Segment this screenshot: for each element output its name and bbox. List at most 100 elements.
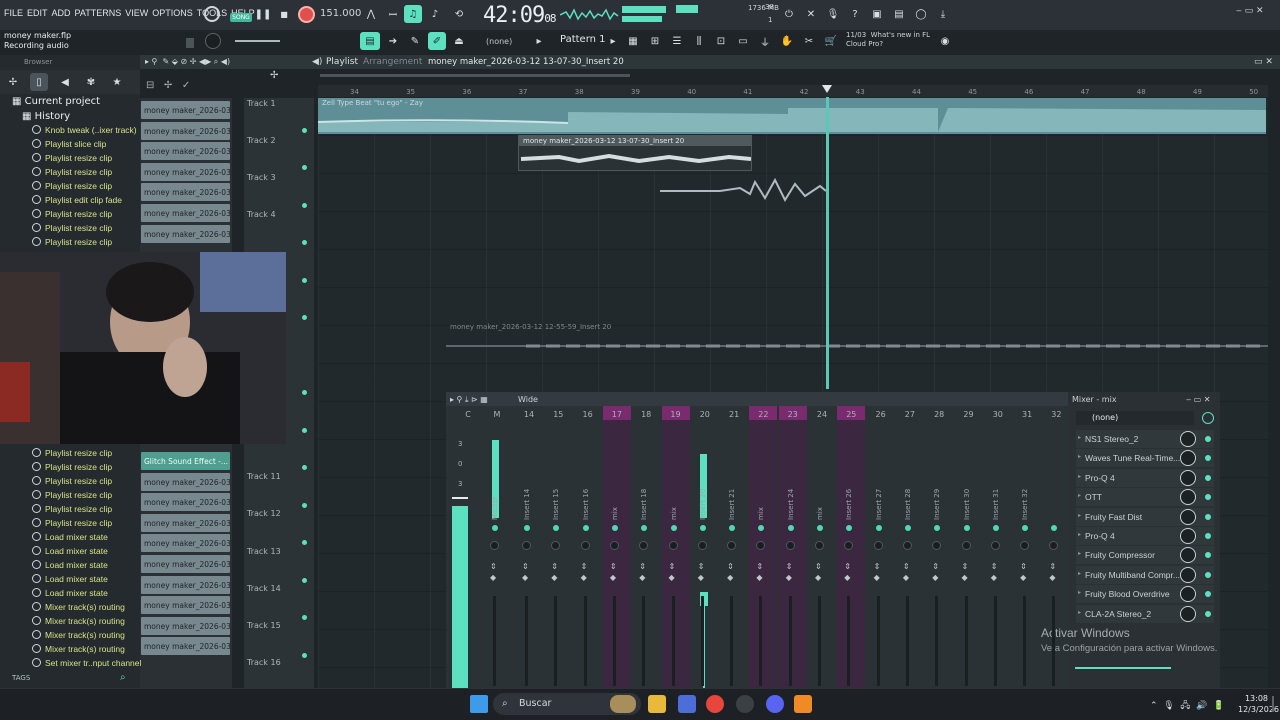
windows-start-icon[interactable] (470, 695, 488, 713)
mixer-channel-number[interactable]: 30 (988, 410, 1008, 419)
playlist-scrollbar[interactable] (320, 74, 630, 77)
mixer-swap-icon[interactable]: ◆ (1020, 573, 1026, 582)
mixer-stereo-icon[interactable]: ⇕ (610, 562, 617, 571)
mixer-pan-knob[interactable] (668, 541, 678, 550)
history-item[interactable]: Playlist edit clip fade (32, 195, 122, 205)
menu-add[interactable]: ADD (52, 8, 71, 18)
record-button[interactable] (298, 6, 315, 23)
render-icon[interactable]: ▤ (890, 5, 908, 23)
mixer-swap-icon[interactable]: ◆ (903, 573, 909, 582)
mixer-route-dot[interactable] (582, 525, 589, 531)
mixer-fader-track[interactable] (788, 596, 792, 686)
mixer-pan-knob[interactable] (785, 541, 795, 550)
track-name[interactable]: Track 2 (247, 136, 276, 145)
history-item[interactable]: Playlist resize clip (32, 504, 112, 514)
playlist-add-icon[interactable]: ✢ (270, 70, 278, 81)
song-mode-label[interactable]: SONG (230, 13, 252, 22)
mixer-swap-icon[interactable]: ◆ (522, 573, 528, 582)
microphone-icon[interactable]: 🎙 (824, 5, 842, 23)
fx-slot-enable-led[interactable] (1205, 455, 1211, 462)
clip-source-item[interactable]: money maker_2026-03-... (141, 224, 230, 243)
fx-slot-mix-knob[interactable] (1180, 566, 1196, 583)
taskbar-clock[interactable]: 13:08 12/3/2026 (1238, 693, 1279, 715)
history-item[interactable]: Playlist resize clip (32, 237, 112, 247)
mixer-swap-icon[interactable]: ◆ (669, 573, 675, 582)
fx-slot-mix-knob[interactable] (1180, 586, 1196, 603)
mixer-pan-knob[interactable] (815, 541, 824, 550)
track-led[interactable] (302, 465, 307, 470)
pause-icon[interactable]: ❚❚ (254, 5, 272, 23)
mixer-pan-knob[interactable] (580, 541, 590, 550)
history-item[interactable]: Playlist resize clip (32, 462, 112, 472)
fx-slot[interactable]: ▸ Fruity Compressor (1076, 546, 1214, 565)
mixer-swap-icon[interactable]: ◆ (639, 573, 645, 582)
blend-notes-icon[interactable]: ♪ (426, 5, 444, 23)
mixer-swap-icon[interactable]: ◆ (874, 573, 880, 582)
track-name[interactable]: Track 12 (247, 509, 281, 518)
mixer-channel-number[interactable]: 24 (812, 410, 832, 419)
save-icon[interactable]: ▣ (868, 5, 886, 23)
mixer-channel-number[interactable]: 15 (548, 410, 568, 419)
track-name[interactable]: Track 15 (247, 621, 281, 630)
clip-source-item[interactable]: money maker_2026-03-... (141, 616, 230, 635)
track-led[interactable] (302, 428, 307, 433)
pattern-selector[interactable]: Pattern 1 (560, 34, 606, 45)
fx-slot-mix-knob[interactable] (1180, 469, 1196, 486)
mixer-channel-number[interactable]: 18 (636, 410, 656, 419)
mixer-pan-knob[interactable] (990, 541, 1000, 550)
system-tray-icons[interactable]: ⌃ 🎙 🖧 🔊 🔋 (1150, 698, 1224, 714)
fx-slot-mix-knob[interactable] (1180, 508, 1196, 525)
track-led[interactable] (302, 540, 307, 545)
browser-speaker-icon[interactable]: ◀ (56, 73, 74, 91)
clip-source-item[interactable]: money maker_2026-03-... (141, 534, 230, 553)
mixer-stereo-icon[interactable]: ⇕ (1049, 562, 1056, 571)
fx-slot-enable-led[interactable] (1205, 513, 1211, 520)
loop-record-icon[interactable]: ⟲ (450, 5, 468, 23)
history-item[interactable]: Mixer track(s) routing (32, 602, 125, 612)
track-name[interactable]: Track 1 (247, 99, 276, 108)
mixer-stereo-icon[interactable]: ⇕ (756, 562, 763, 571)
clip-source-item[interactable]: money maker_2026-03-... (141, 472, 230, 491)
obs-icon[interactable] (736, 695, 754, 713)
track-led[interactable] (302, 240, 307, 245)
history-item[interactable]: Playlist resize clip (32, 209, 112, 219)
pat-song-toggle-icon[interactable] (204, 6, 220, 22)
mixer-swap-icon[interactable]: ◆ (490, 573, 496, 582)
playhead-marker[interactable] (822, 85, 832, 93)
mixer-route-dot[interactable] (963, 525, 970, 531)
clip-source-item[interactable]: money maker_2026-03-... (141, 575, 230, 594)
mixer-channel-number[interactable]: 14 (519, 410, 539, 419)
master-pitch-knob[interactable] (205, 33, 221, 49)
mixer-channel-number[interactable]: 23 (783, 410, 803, 419)
fx-mix-slider[interactable] (1075, 667, 1171, 669)
mixer-fader-track[interactable] (700, 596, 704, 686)
mixer-stereo-icon[interactable]: ⇕ (962, 562, 969, 571)
clip-track3-waveform[interactable] (660, 176, 830, 204)
mixer-channel-number[interactable]: 32 (1046, 410, 1066, 419)
countdown-icon[interactable]: ♫ (404, 5, 422, 23)
mixer-route-dot[interactable] (611, 525, 618, 531)
mixer-stereo-icon[interactable]: ⇕ (874, 562, 881, 571)
mixer-fader-track[interactable] (876, 596, 880, 686)
history-item[interactable]: Load mixer state (32, 560, 108, 570)
tempo-display[interactable]: 151.000 (320, 8, 361, 19)
mixer-stereo-icon[interactable]: ⇕ (698, 562, 705, 571)
mixer-swap-icon[interactable]: ◆ (962, 573, 968, 582)
mixer-route-dot[interactable] (492, 525, 498, 531)
cloud-icon[interactable]: ◉ (936, 32, 954, 50)
mixer-channel-number[interactable]: 28 (929, 410, 949, 419)
history-item[interactable]: Knob tweak (..ixer track) (32, 125, 137, 135)
track-led[interactable] (302, 315, 307, 320)
track-name[interactable]: Track 3 (247, 173, 276, 182)
draw-tool-icon[interactable]: ✎ (406, 32, 424, 50)
track-led[interactable] (302, 203, 307, 208)
fx-slot-enable-led[interactable] (1205, 591, 1211, 598)
store-icon[interactable] (678, 695, 696, 713)
cart-icon[interactable]: 🛒 (822, 32, 840, 50)
arrow-right-icon[interactable]: ➔ (384, 32, 402, 50)
menu-options[interactable]: OPTIONS (152, 8, 193, 18)
clip-source-item[interactable]: money maker_2026-03-... (141, 493, 230, 512)
history-item[interactable]: Playlist resize clip (32, 476, 112, 486)
mixer-channel-number[interactable]: 27 (900, 410, 920, 419)
fx-slot-enable-led[interactable] (1205, 533, 1211, 539)
